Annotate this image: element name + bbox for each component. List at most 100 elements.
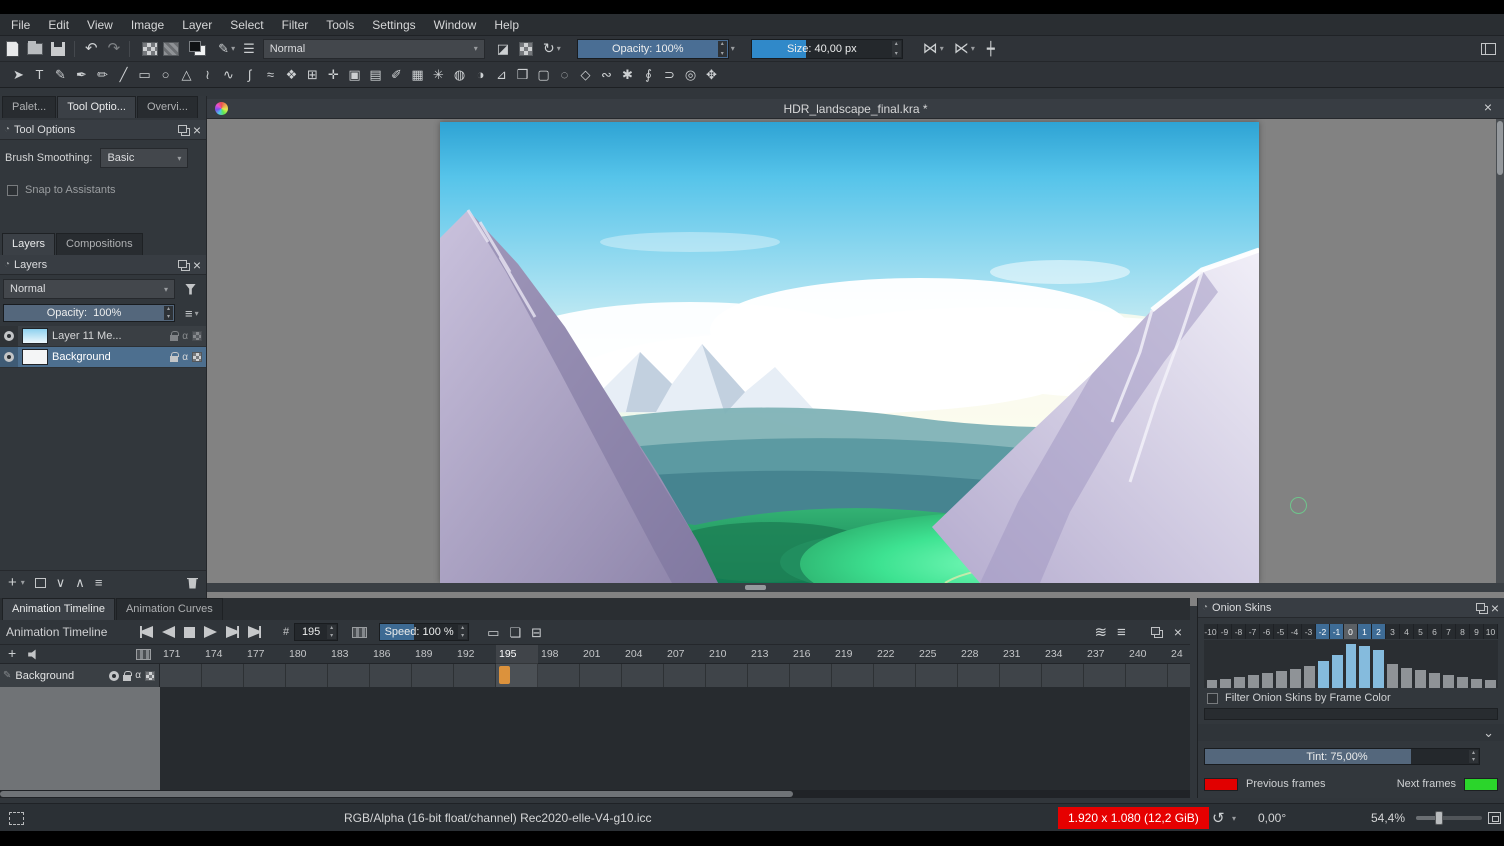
frame-cell-216[interactable] (790, 664, 832, 687)
timeline-zoom-icon[interactable] (136, 649, 151, 660)
preserve-alpha-icon[interactable] (519, 42, 533, 56)
polygon-tool-icon[interactable]: △ (176, 64, 197, 86)
filter-onion-skins-checkbox[interactable] (1207, 693, 1218, 704)
canvas-viewport[interactable] (207, 119, 1504, 583)
onion-bar--4[interactable] (1290, 669, 1301, 688)
timeline-menu-icon[interactable]: ≡ (1117, 626, 1126, 639)
smart-patch-tool-icon[interactable]: ✳ (428, 64, 449, 86)
add-duplicate-frame-icon[interactable]: ❏ (509, 626, 521, 639)
frame-cell-213[interactable] (748, 664, 790, 687)
menu-item-select[interactable]: Select (221, 14, 272, 36)
onion-expand-row[interactable]: ⌄ (1198, 724, 1504, 741)
lock-icon[interactable] (123, 675, 131, 681)
eye-icon[interactable] (4, 331, 14, 341)
frame-cell-24[interactable] (1168, 664, 1190, 687)
frame-label-177[interactable]: 177 (244, 645, 286, 664)
tab-tool-options[interactable]: Tool Optio... (57, 96, 136, 118)
menu-item-settings[interactable]: Settings (363, 14, 424, 36)
onion-offset-3[interactable]: 3 (1386, 624, 1400, 639)
layer-opacity-slider[interactable]: Opacity: 100% ▴▾ (3, 304, 175, 322)
eye-icon[interactable] (4, 352, 14, 362)
alpha-icon[interactable]: α (135, 670, 141, 681)
frame-label-231[interactable]: 231 (1000, 645, 1042, 664)
move-tool-icon[interactable]: ✛ (323, 64, 344, 86)
frame-label-180[interactable]: 180 (286, 645, 328, 664)
frame-cell-234[interactable] (1042, 664, 1084, 687)
menu-item-window[interactable]: Window (425, 14, 486, 36)
menu-item-help[interactable]: Help (485, 14, 528, 36)
onion-bar-8[interactable] (1457, 677, 1468, 688)
frame-label-204[interactable]: 204 (622, 645, 664, 664)
rect-select-tool-icon[interactable]: ▢ (533, 64, 554, 86)
tab-palette[interactable]: Palet... (2, 96, 56, 118)
line-tool-icon[interactable]: ╱ (113, 64, 134, 86)
gradient-tool-icon[interactable]: ▤ (365, 64, 386, 86)
onion-offset-5[interactable]: 5 (1414, 624, 1428, 639)
layer-options-icon[interactable]: ≡ (185, 307, 193, 320)
menu-item-tools[interactable]: Tools (317, 14, 363, 36)
zoom-tool-icon[interactable]: ◎ (680, 64, 701, 86)
onion-bar-1[interactable] (1359, 646, 1370, 688)
freehand-path-tool-icon[interactable]: ∫ (239, 64, 260, 86)
lock-icon[interactable] (170, 356, 178, 362)
mirror-vertical-icon[interactable]: ⋉ (954, 42, 969, 55)
polygon-select-tool-icon[interactable]: ◇ (575, 64, 596, 86)
close-docker-icon[interactable]: × (1491, 602, 1499, 614)
onion-offset-0[interactable]: 0 (1344, 624, 1358, 639)
layer-blending-mode-select[interactable]: Normal ▾ (3, 279, 175, 299)
layer-visibility-cell[interactable] (0, 347, 18, 367)
inherit-alpha-icon[interactable] (192, 352, 202, 362)
spin-down-icon[interactable]: ▾ (895, 51, 898, 57)
frame-cell-180[interactable] (286, 664, 328, 687)
transform-tool-icon[interactable]: ⊞ (302, 64, 323, 86)
next-frames-swatch[interactable] (1464, 778, 1498, 791)
ellipse-select-tool-icon[interactable]: ◌ (554, 64, 575, 86)
bezier-curve-tool-icon[interactable]: ∿ (218, 64, 239, 86)
close-document-icon[interactable]: × (1484, 101, 1492, 113)
frame-cell-219[interactable] (832, 664, 874, 687)
chevron-down-icon[interactable]: ▾ (731, 44, 735, 53)
freehand-brush-tool-icon[interactable]: ✏ (92, 64, 113, 86)
play-button[interactable] (204, 626, 217, 638)
alpha-icon[interactable]: α (182, 331, 188, 342)
frame-label-210[interactable]: 210 (706, 645, 748, 664)
onion-bar-0[interactable] (1346, 644, 1357, 688)
frame-label-240[interactable]: 240 (1126, 645, 1168, 664)
onion-bar--8[interactable] (1234, 677, 1245, 688)
onion-offset--3[interactable]: -3 (1302, 624, 1316, 639)
similar-select-tool-icon[interactable]: ✱ (617, 64, 638, 86)
onion-bar-9[interactable] (1471, 679, 1482, 688)
tint-slider[interactable]: Tint: 75,00% ▴▾ (1204, 748, 1480, 765)
inherit-alpha-icon[interactable] (145, 671, 155, 681)
float-docker-icon[interactable] (1479, 606, 1488, 614)
spin-up-icon[interactable]: ▴ (1472, 750, 1475, 756)
audio-icon[interactable] (28, 649, 40, 660)
float-docker-icon[interactable] (181, 263, 190, 271)
onion-bar--3[interactable] (1304, 666, 1315, 688)
frame-label-222[interactable]: 222 (874, 645, 916, 664)
gradient-chooser-icon[interactable] (142, 42, 158, 56)
spin-down-icon[interactable]: ▾ (721, 51, 724, 57)
frame-cell-177[interactable] (244, 664, 286, 687)
fill-tool-icon[interactable]: ◍ (449, 64, 470, 86)
timeline-scrollbar[interactable] (0, 790, 1190, 798)
polyline-tool-icon[interactable]: ≀ (197, 64, 218, 86)
opacity-spinner[interactable]: ▴▾ (718, 41, 727, 57)
selection-mode-button[interactable] (9, 804, 24, 832)
close-docker-icon[interactable]: × (193, 259, 201, 271)
speed-spinner[interactable]: ▴▾ (458, 625, 467, 639)
workspace-chooser-icon[interactable] (1481, 43, 1496, 55)
frame-number-spinner[interactable]: ▴▾ (327, 625, 336, 639)
onion-offset-10[interactable]: 10 (1484, 624, 1498, 639)
frame-label-225[interactable]: 225 (916, 645, 958, 664)
frame-label-174[interactable]: 174 (202, 645, 244, 664)
frame-label-237[interactable]: 237 (1084, 645, 1126, 664)
trim-icon[interactable]: ┿ (987, 42, 995, 55)
previous-frames-swatch[interactable] (1204, 778, 1238, 791)
spin-up-icon[interactable]: ▴ (721, 41, 724, 47)
onion-offset-6[interactable]: 6 (1428, 624, 1442, 639)
frame-cell-201[interactable] (580, 664, 622, 687)
fg-bg-colors-icon[interactable] (189, 41, 206, 56)
freehand-select-tool-icon[interactable]: ∾ (596, 64, 617, 86)
add-layer-button[interactable]: + (8, 574, 17, 591)
